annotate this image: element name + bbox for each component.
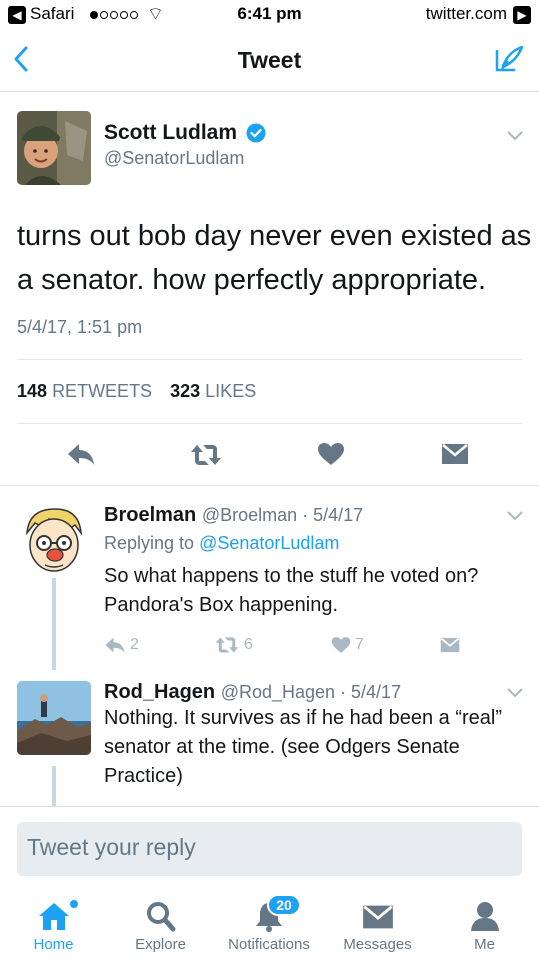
retweets-count[interactable]: 148 <box>17 381 47 401</box>
forward-arrow-icon[interactable]: ▶ <box>513 6 531 24</box>
home-icon <box>38 903 69 930</box>
tab-notifications[interactable]: 20 Notifications <box>214 888 324 960</box>
tab-label: Messages <box>343 936 412 953</box>
new-content-dot <box>70 900 78 908</box>
retweets-label[interactable]: RETWEETS <box>52 381 152 401</box>
notifications-badge: 20 <box>267 894 301 916</box>
likes-count[interactable]: 323 <box>170 381 200 401</box>
tab-label: Home <box>33 936 74 953</box>
direct-message-icon[interactable] <box>441 443 469 465</box>
reply-author-name-text[interactable]: Broelman <box>104 504 196 526</box>
reply-text: So what happens to the stuff he voted on… <box>104 565 479 616</box>
divider <box>17 423 522 424</box>
page-title: Tweet <box>237 47 302 73</box>
author-handle[interactable]: @SenatorLudlam <box>104 148 244 169</box>
reply-author-name-text[interactable]: Rod_Hagen <box>104 681 215 703</box>
tab-label: Me <box>474 936 495 953</box>
heart-icon[interactable] <box>331 636 351 654</box>
tweet-stats: 148 RETWEETS 323 LIKES <box>17 381 256 402</box>
reply-avatar[interactable] <box>17 503 91 577</box>
reply-meta[interactable]: @Rod_Hagen · 5/4/17 <box>221 682 401 702</box>
reply-meta[interactable]: @Broelman · 5/4/17 <box>202 505 363 525</box>
verified-badge-icon <box>246 123 266 143</box>
reply-author-name[interactable]: Broelman @Broelman · 5/4/17 <box>104 504 363 527</box>
retweet-action[interactable]: 6 <box>214 636 253 654</box>
tab-me[interactable]: Me <box>431 888 538 960</box>
author-name[interactable]: Scott Ludlam <box>104 121 237 145</box>
retweet-icon[interactable] <box>189 443 223 467</box>
replying-to-prefix: Replying to <box>104 533 195 553</box>
divider <box>0 485 539 486</box>
reply-avatar[interactable] <box>17 681 91 755</box>
tab-label: Notifications <box>228 936 310 953</box>
status-bar: ◀ Safari ⌔ 6:41 pm twitter.com ▶ <box>0 0 539 30</box>
chevron-down-icon[interactable] <box>507 511 523 521</box>
divider <box>17 359 522 360</box>
author-avatar[interactable] <box>17 111 91 185</box>
reply-icon[interactable] <box>104 636 126 654</box>
tab-bar: Home Explore 20 Notifications Messages M… <box>0 888 539 960</box>
reply-input[interactable]: Tweet your reply <box>17 822 522 876</box>
compose-tweet-icon[interactable] <box>493 44 525 76</box>
heart-icon[interactable] <box>317 442 345 466</box>
like-count: 7 <box>355 636 364 653</box>
person-icon <box>470 902 499 931</box>
tweet-text: turns out bob day never even existed as … <box>17 220 532 296</box>
tweet-timestamp: 5/4/17, 1:51 pm <box>17 317 143 337</box>
replying-to-handle[interactable]: @SenatorLudlam <box>199 533 339 553</box>
replying-to: Replying to @SenatorLudlam <box>104 533 339 554</box>
reply-author-name[interactable]: Rod_Hagen @Rod_Hagen · 5/4/17 <box>104 681 401 704</box>
reply-count: 2 <box>130 636 139 653</box>
tab-explore[interactable]: Explore <box>107 888 214 960</box>
envelope-icon <box>362 905 393 929</box>
reply-text: Nothing. It survives as if he had been a… <box>104 707 502 787</box>
direct-message-icon[interactable] <box>440 637 460 653</box>
chevron-down-icon[interactable] <box>507 688 523 698</box>
likes-label[interactable]: LIKES <box>205 381 256 401</box>
tab-label: Explore <box>135 936 186 953</box>
search-icon <box>146 902 175 932</box>
retweet-icon[interactable] <box>214 636 240 654</box>
tab-messages[interactable]: Messages <box>324 888 431 960</box>
forward-domain-label[interactable]: twitter.com <box>426 4 507 24</box>
reply-icon[interactable] <box>66 442 96 466</box>
thread-line <box>52 578 56 670</box>
nav-bar: Tweet <box>0 30 539 92</box>
like-action[interactable]: 7 <box>331 636 364 654</box>
retweet-count: 6 <box>244 636 253 653</box>
thread-line <box>52 766 56 806</box>
reply-action[interactable]: 2 <box>104 636 139 654</box>
tab-home[interactable]: Home <box>0 888 107 960</box>
chevron-down-icon[interactable] <box>507 131 523 141</box>
